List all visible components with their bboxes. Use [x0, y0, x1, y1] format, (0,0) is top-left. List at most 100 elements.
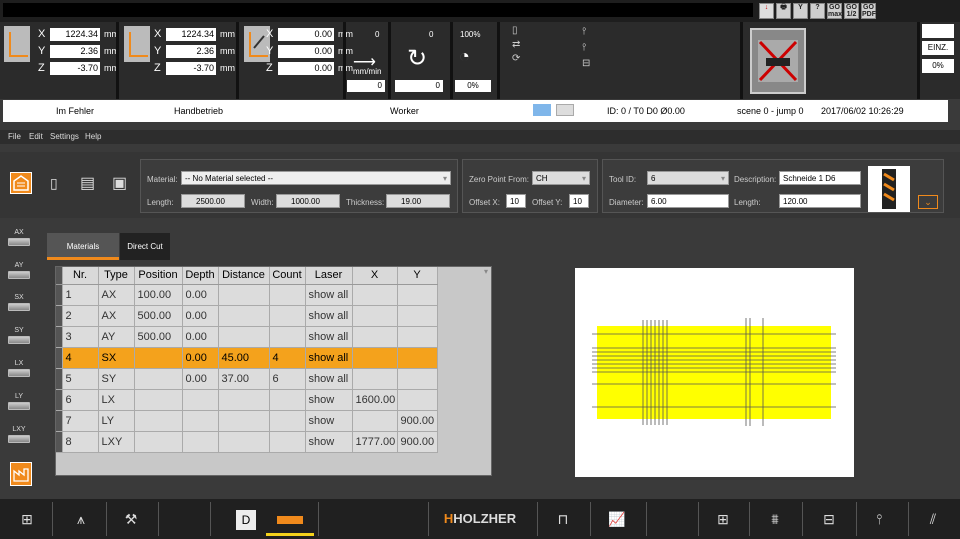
cell-position[interactable]: 500.00 [134, 305, 183, 327]
column-header-count[interactable]: Count [269, 267, 306, 285]
cell-distance[interactable] [218, 284, 270, 306]
cell-nr[interactable]: 7 [62, 410, 99, 432]
cell-y[interactable] [397, 389, 438, 411]
cell-depth[interactable]: 0.00 [182, 368, 219, 390]
cell-laser[interactable]: show all [305, 347, 353, 369]
menu-edit[interactable]: Edit [29, 132, 43, 141]
cell-nr[interactable]: 4 [62, 347, 99, 369]
tab-direct-cut[interactable]: Direct Cut [120, 233, 170, 260]
cell-distance[interactable] [218, 326, 270, 348]
table-row[interactable]: 8 LXY show 1777.00 900.00 [56, 431, 489, 453]
cell-x[interactable] [352, 305, 398, 327]
sidebar-item-sy[interactable]: SY [6, 327, 32, 355]
refresh-icon[interactable]: ⟳ [512, 52, 532, 66]
d-mode-icon[interactable]: D [232, 502, 260, 536]
cell-count[interactable]: 4 [269, 347, 306, 369]
cell-type[interactable]: AX [98, 284, 135, 306]
cell-type[interactable]: AY [98, 326, 135, 348]
sidebar-item-lxy[interactable]: LXY [6, 426, 32, 454]
compass-icon[interactable]: ⩚ [64, 502, 98, 536]
table-row[interactable]: 5 SY 0.00 37.00 6 show all [56, 368, 489, 390]
cell-depth[interactable]: 0.00 [182, 326, 219, 348]
offset-x-input[interactable]: 10 [506, 194, 526, 208]
machine-error-icon[interactable] [750, 28, 806, 94]
saw-cut-icon[interactable] [266, 502, 314, 536]
cell-laser[interactable]: show [305, 431, 353, 453]
cell-y[interactable]: 900.00 [397, 410, 438, 432]
cell-x[interactable] [352, 347, 398, 369]
zero-point-select[interactable]: CH [532, 171, 590, 186]
cell-x[interactable] [352, 284, 398, 306]
cell-count[interactable]: 6 [269, 368, 306, 390]
column-header-nr[interactable]: Nr. [62, 267, 99, 285]
cell-distance[interactable] [218, 305, 270, 327]
add-icon[interactable]: ⊞ [706, 502, 740, 536]
cell-x[interactable]: 1600.00 [352, 389, 398, 411]
save-icon[interactable]: ▣ [112, 173, 127, 193]
cell-count[interactable] [269, 431, 306, 453]
cell-distance[interactable]: 37.00 [218, 368, 270, 390]
cell-y[interactable]: 900.00 [397, 431, 438, 453]
stack-add-icon[interactable]: ⊟ [812, 502, 846, 536]
table-row[interactable]: 7 LY show 900.00 [56, 410, 489, 432]
tool-lock-icon[interactable]: ⊟ [582, 56, 606, 72]
clamp-icon[interactable]: ▯ [512, 24, 532, 38]
cell-count[interactable] [269, 305, 306, 327]
chevron-down-icon[interactable]: ⌄ [918, 195, 938, 209]
program-icon[interactable]: ⊞ [10, 502, 44, 536]
cell-x[interactable] [352, 410, 398, 432]
width-input[interactable]: 1000.00 [276, 194, 340, 208]
cell-y[interactable] [397, 368, 438, 390]
column-header-laser[interactable]: Laser [305, 267, 353, 285]
tool-icon[interactable]: Y [793, 3, 808, 19]
tool-holder-2-icon[interactable]: ⫯ [582, 40, 606, 56]
chart-icon[interactable]: 📈 [600, 502, 634, 536]
spindle-icon[interactable]: ⫯ [862, 502, 896, 536]
cell-nr[interactable]: 5 [62, 368, 99, 390]
description-input[interactable]: Schneide 1 D6 [779, 171, 861, 185]
einz-mode[interactable]: EINZ. [922, 41, 954, 55]
go-max-button[interactable]: GO max [827, 3, 842, 19]
table-row[interactable]: 6 LX show 1600.00 [56, 389, 489, 411]
cell-y[interactable] [397, 347, 438, 369]
sidebar-item-ax[interactable]: AX [6, 229, 32, 257]
cell-depth[interactable]: 0.00 [182, 284, 219, 306]
download-icon[interactable]: ↓ [759, 3, 774, 19]
cell-laser[interactable]: show [305, 389, 353, 411]
cell-type[interactable]: LXY [98, 431, 135, 453]
cell-laser[interactable]: show all [305, 368, 353, 390]
new-file-icon[interactable]: ▯ [50, 175, 58, 192]
cell-y[interactable] [397, 326, 438, 348]
cell-x[interactable]: 1777.00 [352, 431, 398, 453]
cell-nr[interactable]: 6 [62, 389, 99, 411]
cell-count[interactable] [269, 389, 306, 411]
cell-position[interactable] [134, 368, 183, 390]
sidebar-item-lx[interactable]: LX [6, 360, 32, 388]
tool-length-input[interactable]: 120.00 [779, 194, 861, 208]
cell-depth[interactable] [182, 389, 219, 411]
tools-icon[interactable]: ⚒ [114, 502, 148, 536]
menu-settings[interactable]: Settings [50, 132, 79, 141]
cell-count[interactable] [269, 326, 306, 348]
cell-laser[interactable]: show all [305, 284, 353, 306]
key-icon[interactable]: ? [810, 3, 825, 19]
cell-y[interactable] [397, 305, 438, 327]
cell-depth[interactable]: 0.00 [182, 305, 219, 327]
cell-position[interactable] [134, 410, 183, 432]
cell-distance[interactable]: 45.00 [218, 347, 270, 369]
column-header-x[interactable]: X [352, 267, 398, 285]
home-icon[interactable] [10, 172, 32, 194]
cell-nr[interactable]: 1 [62, 284, 99, 306]
menu-help[interactable]: Help [85, 132, 101, 141]
print-icon[interactable]: 🖶 [776, 3, 791, 19]
tab-materials[interactable]: Materials [47, 233, 119, 260]
sidebar-item-ly[interactable]: LY [6, 393, 32, 421]
sidebar-item-ay[interactable]: AY [6, 262, 32, 290]
cell-distance[interactable] [218, 410, 270, 432]
diagonal-icon[interactable]: ⫽ [916, 502, 950, 536]
arrows-icon[interactable]: ⇄ [512, 38, 532, 52]
cell-laser[interactable]: show [305, 410, 353, 432]
tool-holder-icon[interactable]: ⫯ [582, 24, 606, 40]
cell-type[interactable]: AX [98, 305, 135, 327]
column-header-position[interactable]: Position [134, 267, 183, 285]
